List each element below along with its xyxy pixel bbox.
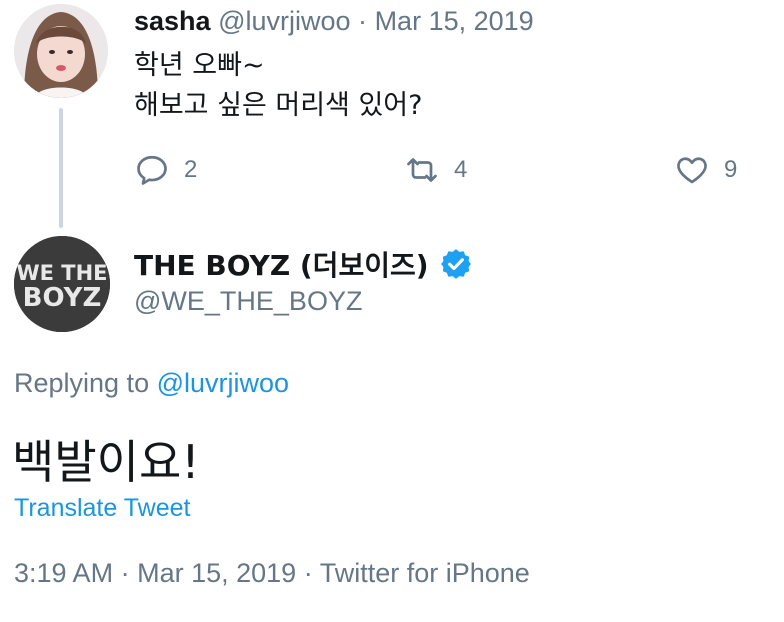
tweet-source: Twitter for iPhone [319,558,530,588]
separator: · [358,6,368,36]
thread-line [59,108,63,228]
parent-date[interactable]: Mar 15, 2019 [375,6,534,36]
parent-text-line2: 해보고 싶은 머리색 있어? [134,90,423,121]
avatar-sasha[interactable] [14,4,108,98]
replying-handle-link[interactable]: @luvrjiwoo [157,368,289,398]
like-button[interactable]: 9 [674,150,737,190]
meta-separator: · [303,558,313,588]
logo-bottom-text: BOYZ [23,283,102,313]
main-tweet-text: 백발이요! [12,435,200,489]
verified-icon [440,249,471,279]
tweet-meta: 3:19 AM · Mar 15, 2019 · Twitter for iPh… [14,558,530,589]
retweet-button[interactable]: 4 [404,150,467,190]
tweet-time[interactable]: 3:19 AM [14,558,113,588]
replying-prefix: Replying to [14,368,150,398]
parent-text-line1: 학년 오빠~ [134,50,265,81]
like-icon [677,157,707,184]
parent-display-name[interactable]: sasha [134,6,211,36]
tweet-date[interactable]: Mar 15, 2019 [137,558,296,588]
avatar-image [14,4,108,98]
parent-handle[interactable]: @luvrjiwoo [218,6,350,36]
main-display-name-row[interactable]: THE BOYZ (더보이즈) [134,244,473,284]
retweet-icon [407,158,437,182]
logo-top-text: WE THE [16,261,107,285]
meta-separator: · [120,558,130,588]
main-display-name[interactable]: THE BOYZ (더보이즈) [134,244,429,284]
parent-tweet-text: 학년 오빠~ 해보고 싶은 머리색 있어? [134,46,422,126]
like-count: 9 [724,156,738,183]
the-boyz-logo: WE THE BOYZ [14,236,110,332]
replying-to: Replying to @luvrjiwoo [14,368,289,399]
avatar-the-boyz[interactable]: WE THE BOYZ [14,236,110,332]
main-handle[interactable]: @WE_THE_BOYZ [134,286,362,317]
translate-tweet-link[interactable]: Translate Tweet [14,494,190,523]
reply-button[interactable]: 2 [134,150,197,190]
reply-icon [137,155,167,185]
retweet-count: 4 [454,156,468,183]
parent-tweet-header: sasha @luvrjiwoo · Mar 15, 2019 [134,6,534,37]
reply-count: 2 [184,156,198,183]
